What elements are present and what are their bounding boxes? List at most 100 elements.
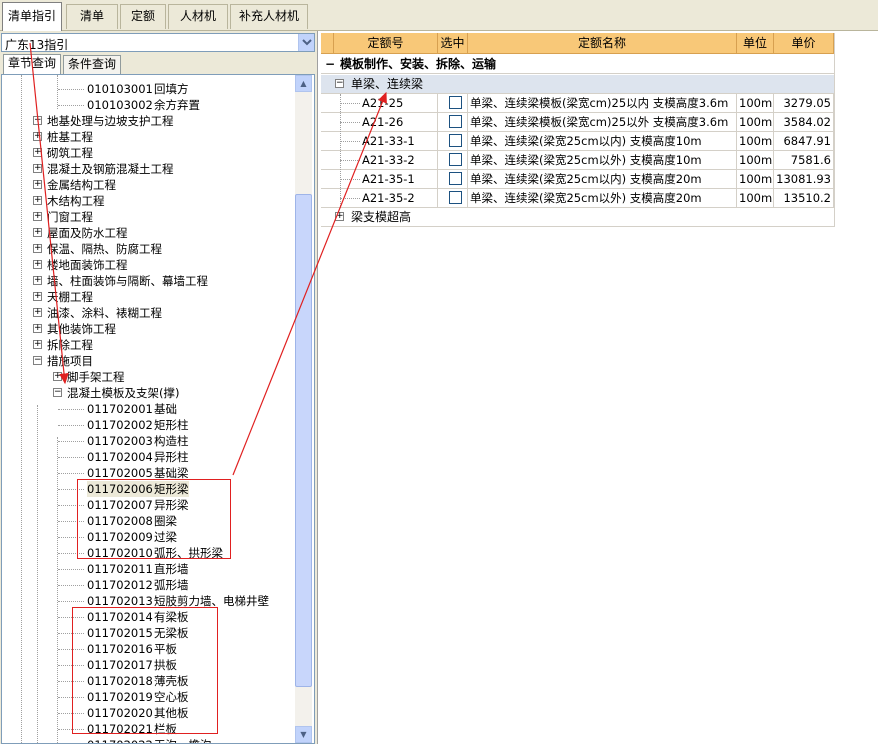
annotation-box-slabs	[72, 607, 218, 734]
tree-item[interactable]: 天棚工程	[47, 289, 93, 305]
tree-item-label: 矩形柱	[154, 418, 189, 432]
quota-unit: 100m2	[737, 113, 774, 132]
expand-icon[interactable]: +	[33, 132, 42, 141]
tree-connector	[58, 601, 84, 602]
tree-item[interactable]: 金属结构工程	[47, 177, 116, 193]
collapse-icon[interactable]: −	[325, 58, 335, 70]
tree-item-label: 措施项目	[47, 354, 93, 368]
expand-icon[interactable]: +	[33, 340, 42, 349]
tree-item-label: 混凝土模板及支架(撑)	[67, 386, 180, 400]
query-tabs: 章节查询 条件查询	[0, 54, 318, 74]
tree-item[interactable]: 011702001基础	[87, 401, 177, 417]
expand-icon[interactable]: +	[33, 260, 42, 269]
collapse-icon[interactable]: −	[335, 79, 344, 88]
tree-item[interactable]: 011702002矩形柱	[87, 417, 189, 433]
expand-icon[interactable]: +	[33, 292, 42, 301]
tree-item-label: 基础梁	[154, 466, 189, 480]
tree-item[interactable]: 010103002余方弃置	[87, 97, 200, 113]
select-checkbox[interactable]	[449, 172, 462, 185]
quota-row[interactable]: A21-35-2 单梁、连续梁(梁宽25cm以外) 支模高度20m100m2135…	[321, 189, 834, 208]
expand-icon[interactable]: +	[33, 324, 42, 333]
tree-item[interactable]: 桩基工程	[47, 129, 93, 145]
tree-item[interactable]: 地基处理与边坡支护工程	[47, 113, 174, 129]
select-checkbox[interactable]	[449, 191, 462, 204]
tab-labor-material-machine[interactable]: 人材机	[168, 4, 228, 29]
tree-item-code: 011702011	[87, 562, 153, 576]
tree-item[interactable]: 011702022天沟、檐沟	[87, 737, 212, 743]
expand-icon[interactable]: +	[33, 244, 42, 253]
expand-icon[interactable]: +	[33, 308, 42, 317]
col-header-code[interactable]: 定额号	[334, 33, 438, 54]
tree-item[interactable]: 011702012弧形墙	[87, 577, 189, 593]
tab-quota[interactable]: 定额	[120, 4, 166, 29]
expand-icon[interactable]: +	[33, 164, 42, 173]
dropdown-button[interactable]	[298, 34, 314, 51]
tree-item-label: 直形墙	[154, 562, 189, 576]
expand-icon[interactable]: +	[33, 276, 42, 285]
col-header-name[interactable]: 定额名称	[468, 33, 737, 54]
tab-list-guide[interactable]: 清单指引	[2, 2, 62, 31]
expand-icon[interactable]: +	[33, 212, 42, 221]
expand-icon[interactable]: +	[33, 196, 42, 205]
tree-guide-line	[37, 405, 38, 743]
col-header-selected[interactable]: 选中	[438, 33, 468, 54]
app-window: 清单指引 清单 定额 人材机 补充人材机 广东13指引 章节查询 条件查询 ▲	[0, 0, 878, 744]
select-cell	[438, 94, 468, 113]
quota-row[interactable]: A21-33-2 单梁、连续梁(梁宽25cm以外) 支模高度10m100m2758…	[321, 151, 834, 170]
tree-item[interactable]: 油漆、涂料、裱糊工程	[47, 305, 162, 321]
expand-icon[interactable]: +	[33, 116, 42, 125]
tree-item-label: 墙、柱面装饰与隔断、幕墙工程	[47, 274, 208, 288]
col-header-price[interactable]: 单价	[774, 33, 834, 54]
expand-icon[interactable]: +	[335, 212, 344, 221]
quota-row[interactable]: A21-25 单梁、连续梁模板(梁宽cm)25以内 支模高度3.6m100m232…	[321, 94, 834, 113]
select-checkbox[interactable]	[449, 153, 462, 166]
group-row[interactable]: − 模板制作、安装、拆除、运输	[321, 55, 834, 74]
tree-item[interactable]: 屋面及防水工程	[47, 225, 128, 241]
select-checkbox[interactable]	[449, 96, 462, 109]
tree-item[interactable]: 脚手架工程	[67, 369, 125, 385]
tree-item[interactable]: 措施项目	[47, 353, 93, 369]
tree-guide-line	[340, 94, 341, 208]
select-checkbox[interactable]	[449, 134, 462, 147]
tree-item[interactable]: 混凝土模板及支架(撑)	[67, 385, 179, 401]
quota-row[interactable]: A21-35-1 单梁、连续梁(梁宽25cm以内) 支模高度20m100m2130…	[321, 170, 834, 189]
tree-item[interactable]: 木结构工程	[47, 193, 105, 209]
tree-item[interactable]: 保温、隔热、防腐工程	[47, 241, 162, 257]
tree-item[interactable]: 011702011直形墙	[87, 561, 189, 577]
subgroup-row[interactable]: + 梁支模超高	[321, 208, 834, 227]
tree-item-code: 011702012	[87, 578, 153, 592]
expand-icon[interactable]: +	[33, 148, 42, 157]
scroll-up-button[interactable]: ▲	[295, 75, 312, 92]
tree-item[interactable]: 混凝土及钢筋混凝土工程	[47, 161, 174, 177]
tree-item[interactable]: 拆除工程	[47, 337, 93, 353]
guide-select-value: 广东13指引	[5, 38, 69, 52]
quota-row[interactable]: A21-26 单梁、连续梁模板(梁宽cm)25以外 支模高度3.6m100m235…	[321, 113, 834, 132]
tree-item[interactable]: 010103001回填方	[87, 81, 189, 97]
expand-icon[interactable]: +	[33, 228, 42, 237]
tree-scrollbar[interactable]: ▲ ▼	[295, 75, 312, 743]
tree-item[interactable]: 其他装饰工程	[47, 321, 116, 337]
collapse-icon[interactable]: −	[53, 388, 62, 397]
scroll-thumb[interactable]	[295, 194, 312, 687]
col-header-unit[interactable]: 单位	[737, 33, 774, 54]
tree-item[interactable]: 011702003构造柱	[87, 433, 189, 449]
tab-supplementary-lmm[interactable]: 补充人材机	[230, 4, 308, 29]
tree-item[interactable]: 011702004异形柱	[87, 449, 189, 465]
collapse-icon[interactable]: −	[33, 356, 42, 365]
expand-icon[interactable]: +	[53, 372, 62, 381]
tree-item[interactable]: 砌筑工程	[47, 145, 93, 161]
guide-select[interactable]: 广东13指引	[1, 33, 315, 52]
subgroup-row[interactable]: − 单梁、连续梁	[321, 75, 834, 94]
tree-item-label: 混凝土及钢筋混凝土工程	[47, 162, 174, 176]
select-checkbox[interactable]	[449, 115, 462, 128]
tree-item[interactable]: 楼地面装饰工程	[47, 257, 128, 273]
tab-condition-query[interactable]: 条件查询	[63, 55, 122, 74]
tab-chapter-query[interactable]: 章节查询	[3, 54, 62, 74]
tree-item[interactable]: 门窗工程	[47, 209, 93, 225]
scroll-down-button[interactable]: ▼	[295, 726, 312, 743]
tree-item[interactable]: 墙、柱面装饰与隔断、幕墙工程	[47, 273, 208, 289]
tree-item-label: 构造柱	[154, 434, 189, 448]
quota-row[interactable]: A21-33-1 单梁、连续梁(梁宽25cm以内) 支模高度10m100m2684…	[321, 132, 834, 151]
tab-list[interactable]: 清单	[66, 4, 118, 29]
expand-icon[interactable]: +	[33, 180, 42, 189]
